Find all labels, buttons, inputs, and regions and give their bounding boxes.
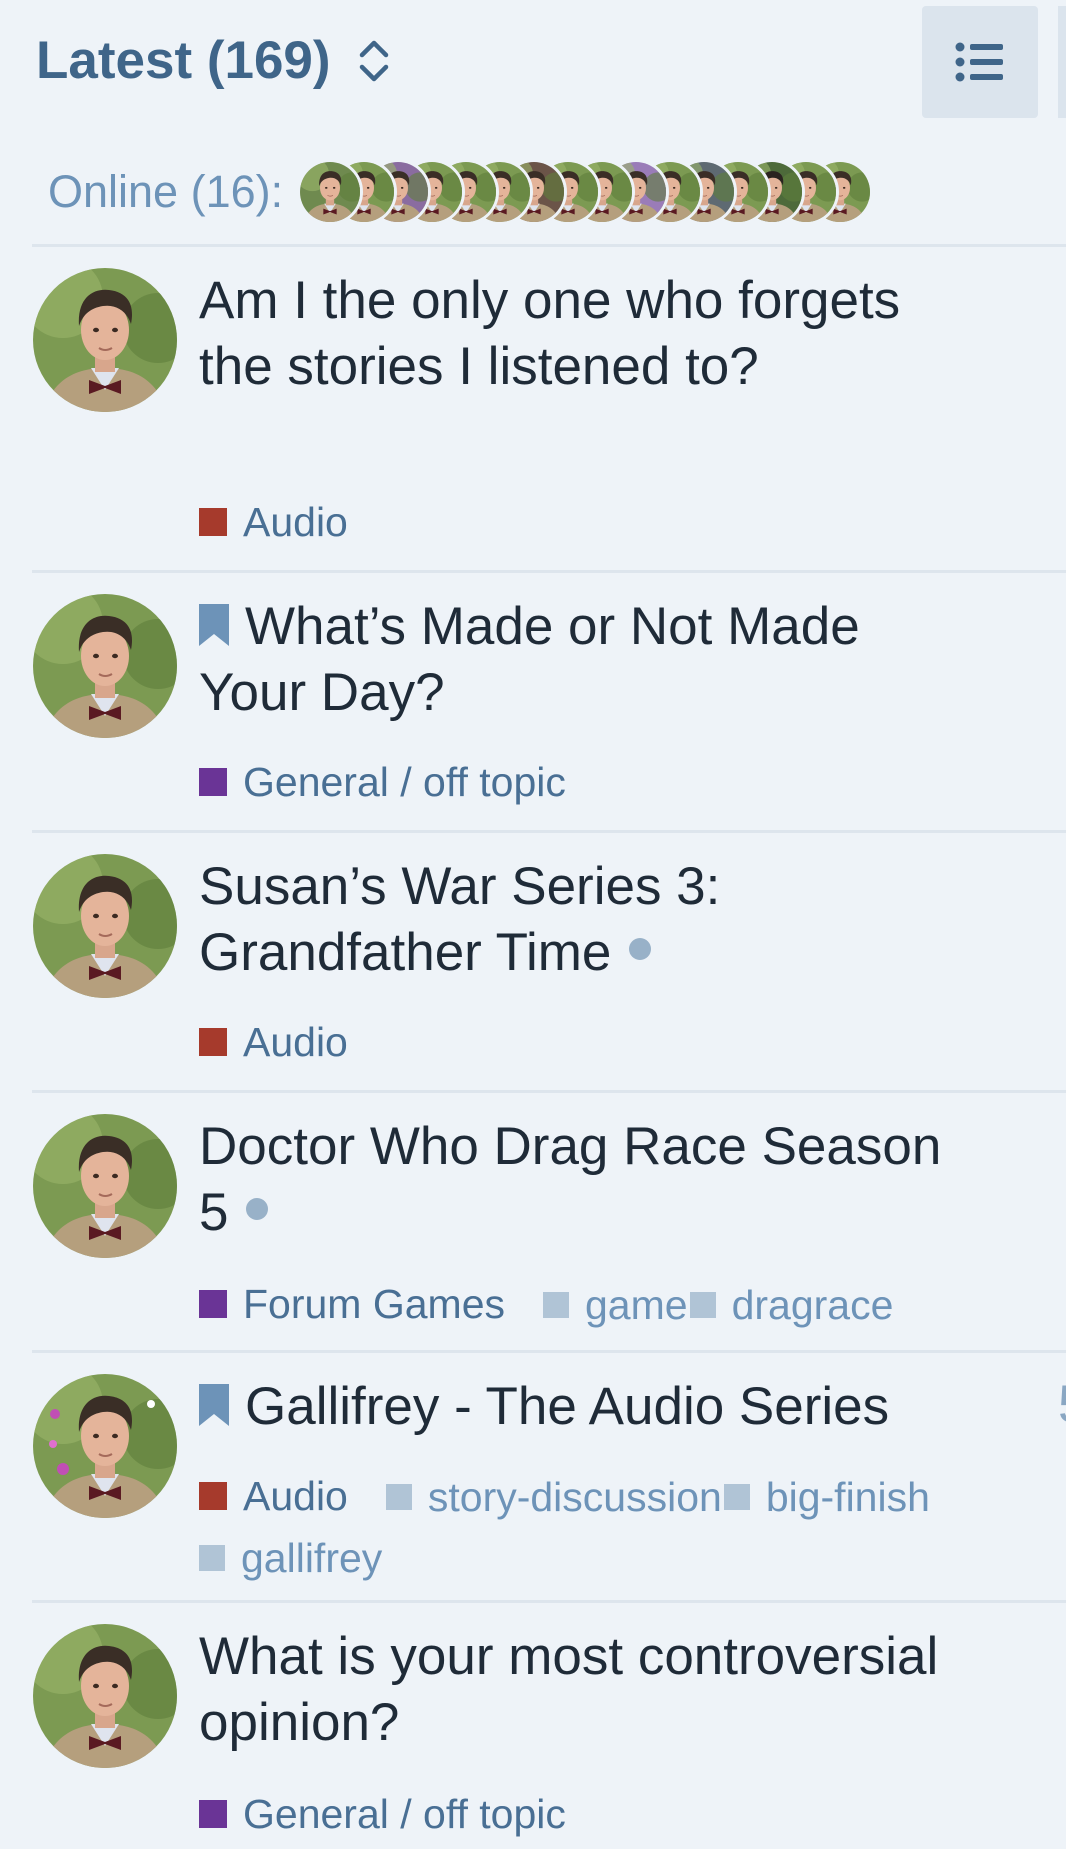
topic-meta: Forum Games game dragrace <box>199 1274 1059 1335</box>
latest-sort-dropdown[interactable]: Latest (169) <box>36 30 391 91</box>
divider <box>32 570 1066 573</box>
category-link[interactable]: Audio <box>199 492 348 552</box>
tag-link[interactable]: gallifrey <box>199 1528 382 1588</box>
category-link[interactable]: Forum Games <box>199 1274 505 1334</box>
topic-meta: General / off topic <box>199 752 1059 812</box>
tag-name: game <box>585 1282 688 1328</box>
category-name: General / off topic <box>243 759 566 805</box>
topic-title: Gallifrey - The Audio Series <box>245 1377 890 1436</box>
topic-title: Doctor Who Drag Race Season 5 <box>199 1117 942 1242</box>
online-users: Online (16): <box>48 152 977 232</box>
tag-link[interactable]: big-finish <box>722 1467 930 1527</box>
category-name: Audio <box>243 1019 348 1065</box>
tag-name: dragrace <box>731 1282 894 1328</box>
category-badge <box>199 1028 227 1056</box>
tag-name: story-discussion <box>427 1474 722 1520</box>
topic-row: Am I the only one who forgets the storie… <box>0 248 1066 570</box>
topic-title: Susan’s War Series 3: Grandfather Time <box>199 857 721 982</box>
topic-meta: Audio story-discussion big-finish gallif… <box>199 1466 1059 1588</box>
divider <box>32 244 1066 247</box>
category-link[interactable]: General / off topic <box>199 752 566 812</box>
topic-title-link[interactable]: Susan’s War Series 3: Grandfather Time <box>199 854 979 986</box>
tag-link[interactable]: story-discussion <box>385 1467 722 1527</box>
topic-meta: Audio <box>199 492 1059 552</box>
online-avatars <box>297 154 977 230</box>
unread-dot <box>246 1198 269 1220</box>
latest-topics-page: Latest (169) Online (16): Am I the only … <box>0 0 1066 1849</box>
topic-meta: Audio <box>199 1012 1059 1072</box>
topic-title-link[interactable]: Am I the only one who forgets the storie… <box>199 268 979 400</box>
category-name: Forum Games <box>243 1281 505 1327</box>
topic-row: Doctor Who Drag Race Season 5 Forum Game… <box>0 1094 1066 1350</box>
avatar[interactable] <box>33 854 177 998</box>
online-label: Online (16): <box>48 166 284 217</box>
bookmark-icon <box>199 596 229 646</box>
avatar[interactable] <box>33 1374 177 1518</box>
list-view-button[interactable] <box>922 6 1038 118</box>
topic-title: What is your most controversial opinion? <box>199 1627 939 1752</box>
category-badge <box>199 1290 227 1318</box>
bookmark-icon <box>199 1376 229 1426</box>
category-badge <box>199 768 227 796</box>
divider <box>32 1600 1066 1603</box>
topic-title-link[interactable]: Gallifrey - The Audio Series <box>199 1374 979 1440</box>
tag-badge <box>543 1292 569 1318</box>
avatar[interactable] <box>33 594 177 738</box>
topic-title: Am I the only one who forgets the storie… <box>199 271 901 396</box>
tag-badge <box>689 1292 716 1318</box>
category-link[interactable]: General / off topic <box>199 1784 566 1844</box>
list-view-icon <box>955 42 1003 82</box>
category-badge <box>199 508 227 536</box>
category-link[interactable]: Audio <box>199 1012 348 1072</box>
category-badge <box>199 1482 227 1510</box>
category-name: Audio <box>243 499 348 545</box>
topic-title-link[interactable]: Doctor Who Drag Race Season 5 <box>199 1114 979 1246</box>
divider <box>32 830 1066 833</box>
category-link[interactable]: Audio <box>199 1466 348 1526</box>
topic-title-link[interactable]: What’s Made or Not Made Your Day? <box>199 594 979 726</box>
topic-row: What is your most controversial opinion?… <box>0 1604 1066 1849</box>
category-name: Audio <box>243 1473 348 1519</box>
reply-count: 5 <box>1058 1374 1066 1435</box>
avatar[interactable] <box>33 1624 177 1768</box>
topic-title: What’s Made or Not Made Your Day? <box>199 597 860 722</box>
tag-name: gallifrey <box>241 1535 383 1581</box>
avatar[interactable] <box>33 1114 177 1258</box>
topic-title-link[interactable]: What is your most controversial opinion? <box>199 1624 979 1756</box>
avatar[interactable] <box>33 268 177 412</box>
chevron-up-down-icon <box>357 37 391 85</box>
tag-badge <box>723 1484 750 1510</box>
category-badge <box>199 1800 227 1828</box>
tag-name: big-finish <box>765 1474 930 1520</box>
tag-badge <box>385 1484 412 1510</box>
category-name: General / off topic <box>243 1791 566 1837</box>
header-edge <box>1058 6 1066 118</box>
divider <box>32 1090 1066 1093</box>
topic-meta: General / off topic <box>199 1784 1059 1844</box>
tag-link[interactable]: dragrace <box>688 1275 894 1335</box>
topic-row: What’s Made or Not Made Your Day? Genera… <box>0 574 1066 830</box>
topic-row: Susan’s War Series 3: Grandfather Time A… <box>0 834 1066 1090</box>
page-header: Latest (169) <box>0 0 1066 150</box>
divider <box>32 1350 1066 1353</box>
unread-dot <box>629 938 652 960</box>
latest-title: Latest (169) <box>36 31 331 90</box>
tag-badge <box>199 1545 225 1571</box>
online-user-avatar[interactable] <box>297 159 364 225</box>
topic-row: Gallifrey - The Audio Series 5 Audio sto… <box>0 1354 1066 1602</box>
tag-link[interactable]: game <box>543 1275 688 1335</box>
